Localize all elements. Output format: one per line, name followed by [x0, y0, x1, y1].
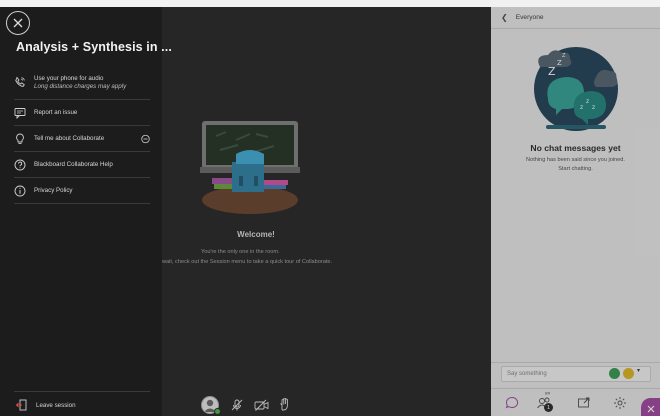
empty-chat-line-2: Start chatting.: [558, 166, 593, 172]
empty-chat-line-1: Nothing has been said since you joined.: [526, 157, 625, 163]
microphone-off-icon: [231, 399, 243, 411]
welcome-title: Welcome!: [237, 230, 275, 239]
report-icon: [14, 107, 26, 119]
close-menu-button[interactable]: [6, 11, 30, 35]
online-status-dot: [214, 408, 221, 415]
svg-text:z: z: [580, 104, 583, 111]
empty-chat-title: No chat messages yet: [530, 143, 621, 153]
svg-text:Z: Z: [562, 53, 566, 59]
session-menu: Analysis + Synthesis in ... Use your pho…: [0, 7, 172, 416]
tab-settings[interactable]: [599, 389, 641, 416]
top-strip: [0, 0, 660, 7]
chat-header[interactable]: ❮ Everyone: [491, 7, 660, 29]
hand-icon: [280, 398, 288, 411]
chevron-down-icon[interactable]: ▾: [637, 367, 640, 374]
leave-session-label: Leave session: [36, 401, 76, 409]
attendee-count-badge: 1: [544, 403, 553, 412]
share-icon: [578, 397, 590, 408]
welcome-line-1: You're the only one in the room.: [201, 249, 280, 255]
chat-bubble-icon: [505, 396, 519, 409]
close-icon: [647, 405, 655, 413]
gear-icon: [614, 397, 626, 409]
leave-session-button[interactable]: Leave session: [14, 391, 150, 411]
help-icon: [14, 159, 26, 170]
close-panel-button[interactable]: [641, 398, 660, 416]
emoji-picker-icon[interactable]: [623, 368, 634, 379]
menu-item-label: Use your phone for audio: [34, 74, 104, 82]
chat-panel: ❮ Everyone Z Z Z z z z No chat messages …: [491, 7, 660, 416]
chevron-left-icon[interactable]: ❮: [501, 13, 508, 22]
camera-off-icon: [254, 399, 268, 411]
session-menu-list: Use your phone for audio Long distance c…: [14, 65, 150, 204]
close-icon: [13, 18, 23, 28]
raise-hand-button[interactable]: [276, 396, 294, 414]
empty-chat-illustration: Z Z Z z z z: [534, 47, 618, 131]
welcome-line-2: wait, check out the Session menu to take…: [162, 259, 333, 265]
session-title: Analysis + Synthesis in ...: [16, 40, 172, 54]
menu-item-help[interactable]: Blackboard Collaborate Help: [14, 152, 150, 178]
menu-item-label: Report an issue: [34, 109, 78, 116]
menu-item-label: Tell me about Collaborate: [34, 135, 105, 142]
menu-item-sublabel: Long distance charges may apply: [34, 82, 127, 90]
leave-icon: [16, 399, 27, 411]
svg-text:Z: Z: [548, 65, 556, 78]
camera-button[interactable]: [252, 396, 270, 414]
menu-item-privacy-policy[interactable]: Privacy Policy: [14, 178, 150, 204]
collapse-icon[interactable]: [141, 134, 150, 143]
chat-channel-title: Everyone: [515, 14, 544, 21]
welcome-illustration: [200, 121, 300, 214]
menu-item-tell-me-about[interactable]: Tell me about Collaborate: [14, 126, 150, 152]
green-emoji-icon[interactable]: [609, 368, 620, 379]
info-icon: [14, 185, 26, 196]
svg-text:z: z: [586, 98, 589, 105]
menu-item-label: Blackboard Collaborate Help: [34, 161, 113, 168]
menu-item-phone-audio[interactable]: Use your phone for audio Long distance c…: [14, 65, 150, 100]
tab-attendees[interactable]: [523, 389, 565, 416]
lightbulb-icon: [16, 133, 24, 144]
collaborate-panel-tabs: ## 1: [491, 388, 660, 416]
chat-compose-bar: Say something ▾: [491, 362, 660, 386]
phone-icon: [15, 76, 25, 87]
menu-item-label: Privacy Policy: [34, 187, 73, 194]
menu-item-report-issue[interactable]: Report an issue: [14, 100, 150, 126]
attendee-count-small: ##: [545, 391, 551, 396]
svg-text:z: z: [592, 104, 595, 111]
svg-text:Z: Z: [557, 59, 562, 67]
microphone-button[interactable]: [228, 396, 246, 414]
